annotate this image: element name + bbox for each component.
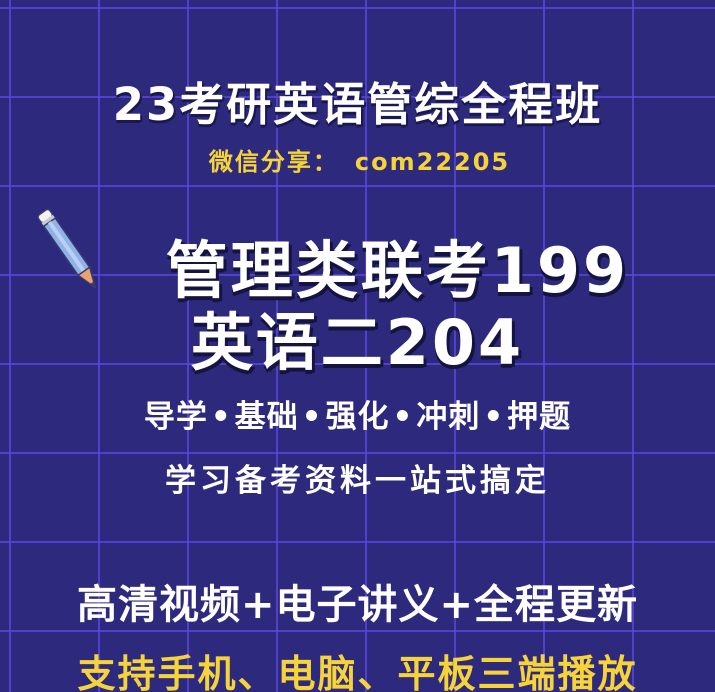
share-label: 微信分享：	[208, 148, 339, 176]
one-stop-tagline: 学习备考资料一站式搞定	[165, 463, 550, 499]
score-line-english: 英语二204	[190, 306, 525, 379]
stage-separator: •	[210, 399, 232, 435]
poster: 23考研英语管综全程班 微信分享： com22205 管理类联考199 英语二20…	[0, 0, 715, 692]
stage-item: 导学	[143, 399, 208, 435]
features-line: 高清视频+电子讲义+全程更新	[76, 582, 639, 628]
stage-item: 强化	[325, 399, 390, 435]
poster-title: 23考研英语管综全程班	[112, 78, 603, 131]
stage-item: 押题	[507, 399, 572, 435]
stage-separator: •	[483, 399, 505, 435]
share-id: com22205	[354, 148, 511, 176]
stage-item: 基础	[234, 399, 299, 435]
wechat-share: 微信分享： com22205	[0, 142, 715, 177]
devices-line: 支持手机、电脑、平板三端播放	[77, 652, 638, 692]
course-stages: 导学•基础•强化•冲刺•押题	[0, 391, 715, 436]
stage-separator: •	[392, 399, 414, 435]
stage-separator: •	[301, 399, 323, 435]
stage-item: 冲刺	[416, 399, 481, 435]
